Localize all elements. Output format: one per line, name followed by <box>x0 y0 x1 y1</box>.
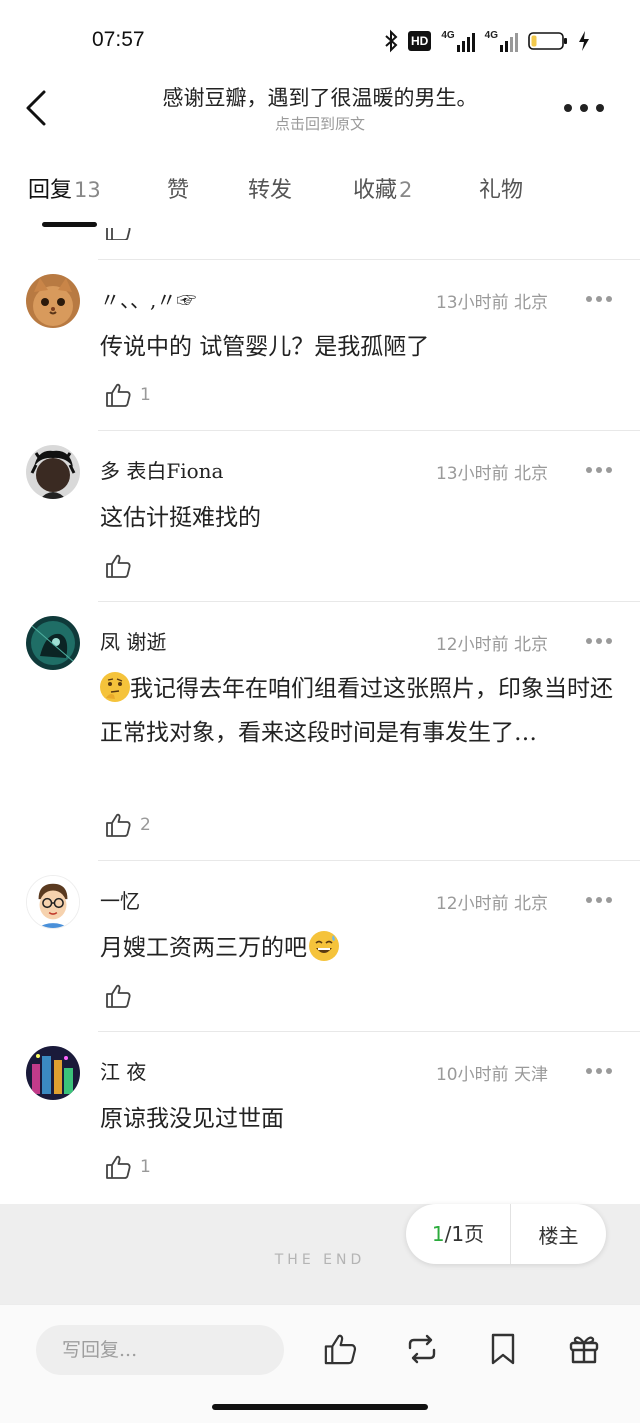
bookmark-icon[interactable] <box>485 1331 521 1367</box>
status-bar: 07:57 HD 4G 4G <box>0 0 640 80</box>
tab-count: 2 <box>399 178 413 202</box>
page-current: 1 <box>431 1222 445 1246</box>
tab-label: 赞 <box>167 178 190 203</box>
comment-more-button[interactable] <box>586 897 612 903</box>
tab-gifts[interactable]: 礼物 <box>479 172 523 204</box>
tab-count: 13 <box>74 178 101 202</box>
like-button[interactable] <box>104 551 140 581</box>
chevron-left-icon <box>26 90 46 126</box>
tab-collections[interactable]: 收藏2 <box>353 172 412 204</box>
tab-likes[interactable]: 赞 <box>167 172 189 204</box>
thumbs-up-icon <box>106 383 131 407</box>
user-avatar[interactable] <box>26 875 80 929</box>
comment-meta: 10小时前 天津 <box>435 1065 548 1085</box>
comment-meta: 12小时前 北京 <box>435 894 548 914</box>
tab-label: 礼物 <box>479 178 524 203</box>
signal-4g-icon: 4G <box>485 30 518 52</box>
network-label: 4G <box>441 30 455 41</box>
page-indicator[interactable]: 1/1页 <box>406 1204 511 1264</box>
comment-item: 凤 谢逝 12小时前 北京 我记得去年在咱们组看过这张照片，印象当时还正常找对象… <box>0 602 640 860</box>
page-title: 感谢豆瓣，遇到了很温暖的男生。 <box>162 86 478 110</box>
like-button[interactable]: 1 <box>104 380 151 410</box>
user-avatar[interactable] <box>26 445 80 499</box>
signal-4g-icon: 4G <box>441 30 475 52</box>
comment-item: 〃、、,〃☞ 13小时前 北京 传说中的 试管婴儿？是我孤陋了 1 <box>0 260 640 430</box>
status-icons: HD 4G 4G <box>384 28 590 54</box>
user-avatar[interactable] <box>26 1046 80 1100</box>
like-button[interactable]: 1 <box>104 1152 151 1182</box>
pager: 1/1页 楼主 <box>406 1204 606 1264</box>
comment-text-body: 月嫂工资两三万的吧 <box>100 935 307 961</box>
like-count: 1 <box>140 1157 151 1177</box>
repost-icon[interactable] <box>404 1331 440 1367</box>
active-tab-indicator <box>42 222 97 227</box>
username[interactable]: 凤 谢逝 <box>100 626 166 655</box>
reply-input[interactable] <box>36 1325 284 1375</box>
comment-text: 这估计挺难找的 <box>100 505 261 531</box>
thumbs-up-icon <box>106 984 131 1008</box>
charging-icon <box>578 30 590 52</box>
comment-more-button[interactable] <box>586 638 612 644</box>
tab-label: 回复 <box>28 178 73 203</box>
tab-bar: 回复13 赞 转发 收藏2 礼物 <box>0 160 640 228</box>
page-total: /1页 <box>444 1222 485 1246</box>
back-to-post-link[interactable]: 点击回到原文 <box>100 113 540 134</box>
home-indicator[interactable] <box>212 1404 428 1410</box>
comment-text: 我记得去年在咱们组看过这张照片，印象当时还正常找对象，看来这段时间是有事发生了… <box>100 667 618 755</box>
comment-meta: 12小时前 北京 <box>435 635 548 655</box>
comment-more-button[interactable] <box>586 1068 612 1074</box>
comment-meta: 13小时前 北京 <box>435 464 548 484</box>
tab-label: 转发 <box>248 178 293 203</box>
status-time: 07:57 <box>92 28 145 51</box>
like-count: 2 <box>140 815 151 835</box>
thumbs-up-icon <box>106 1155 131 1179</box>
comment-text-body: 我记得去年在咱们组看过这张照片，印象当时还正常找对象，看来这段时间是有事发生了… <box>100 676 613 746</box>
username[interactable]: 〃、、,〃☞ <box>100 284 196 313</box>
comment-item: 一忆 12小时前 北京 月嫂工资两三万的吧 <box>0 861 640 1031</box>
back-button[interactable] <box>20 86 56 130</box>
thumbs-up-icon <box>106 554 131 578</box>
username[interactable]: 江 夜 <box>100 1056 146 1085</box>
battery-low-icon <box>528 31 568 51</box>
network-label: 4G <box>484 30 498 41</box>
nav-bar: 感谢豆瓣，遇到了很温暖的男生。 点击回到原文 <box>0 80 640 148</box>
footer-area: THE END 1/1页 楼主 <box>0 1204 640 1304</box>
username[interactable]: 一忆 <box>100 885 140 914</box>
more-options-button[interactable] <box>564 100 604 116</box>
like-count: 1 <box>140 385 151 405</box>
comment-text: 月嫂工资两三万的吧 <box>100 926 618 970</box>
comment-more-button[interactable] <box>586 296 612 302</box>
comment-item: 江 夜 10小时前 天津 原谅我没见过世面 1 <box>0 1032 640 1202</box>
hd-label: HD <box>410 34 429 48</box>
thumbs-up-icon[interactable] <box>104 228 132 240</box>
like-button[interactable] <box>104 981 140 1011</box>
tab-replies[interactable]: 回复13 <box>28 172 101 204</box>
thinking-face-emoji <box>100 672 130 702</box>
comment-text: 传说中的 试管婴儿？是我孤陋了 <box>100 334 430 360</box>
thumbs-up-icon <box>106 813 131 837</box>
user-avatar[interactable] <box>26 274 80 328</box>
comment-item: 多 表白Fiona 13小时前 北京 这估计挺难找的 <box>0 431 640 601</box>
comment-more-button[interactable] <box>586 467 612 473</box>
hd-voice-icon: HD <box>407 31 432 51</box>
like-button[interactable]: 2 <box>104 810 151 840</box>
tab-reposts[interactable]: 转发 <box>248 172 292 204</box>
comment-meta: 13小时前 北京 <box>435 293 548 313</box>
user-avatar[interactable] <box>26 616 80 670</box>
thumbs-up-icon[interactable] <box>322 1331 358 1367</box>
bluetooth-icon <box>384 29 398 53</box>
comment-text: 原谅我没见过世面 <box>100 1106 284 1132</box>
op-only-button[interactable]: 楼主 <box>511 1220 606 1249</box>
username[interactable]: 多 表白Fiona <box>100 455 223 484</box>
gift-icon[interactable] <box>566 1331 602 1367</box>
tab-label: 收藏 <box>353 178 398 203</box>
grinning-sweat-emoji <box>309 931 339 961</box>
